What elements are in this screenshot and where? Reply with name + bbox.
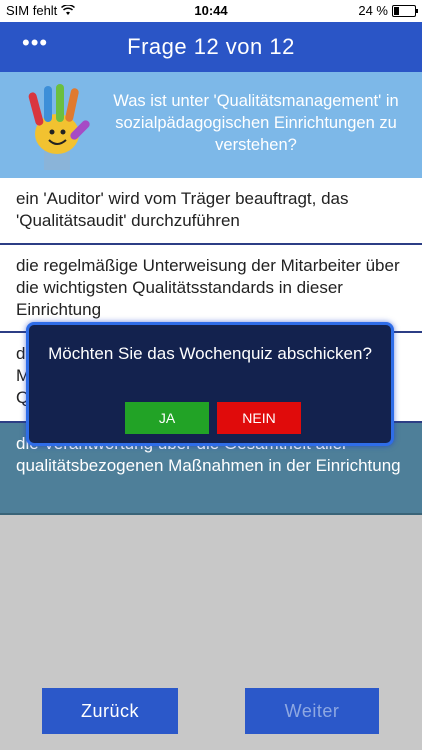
battery-icon [392,4,418,17]
status-bar: SIM fehlt 10:44 24 % [0,0,422,22]
battery-percent: 24 % [358,3,388,18]
confirm-dialog: Möchten Sie das Wochenquiz abschicken? J… [26,322,394,446]
next-button[interactable]: Weiter [245,688,379,734]
page-title: Frage 12 von 12 [127,34,295,59]
back-button[interactable]: Zurück [42,688,178,734]
status-right: 24 % [358,3,418,18]
battery-fill [394,6,399,15]
question-text: Was ist unter 'Qualitätsmanagement' in s… [113,92,399,154]
no-button[interactable]: NEIN [217,402,301,434]
dialog-message: Möchten Sie das Wochenquiz abschicken? [48,344,372,363]
question-panel: Was ist unter 'Qualitätsmanagement' in s… [0,72,422,178]
header-bar: ••• Frage 12 von 12 [0,22,422,72]
answer-option-1[interactable]: ein 'Auditor' wird vom Träger beauftragt… [0,178,422,245]
yes-button[interactable]: JA [125,402,209,434]
painted-hand-icon [28,84,90,170]
answer-option-2[interactable]: die regelmäßige Unterweisung der Mitarbe… [0,245,422,333]
